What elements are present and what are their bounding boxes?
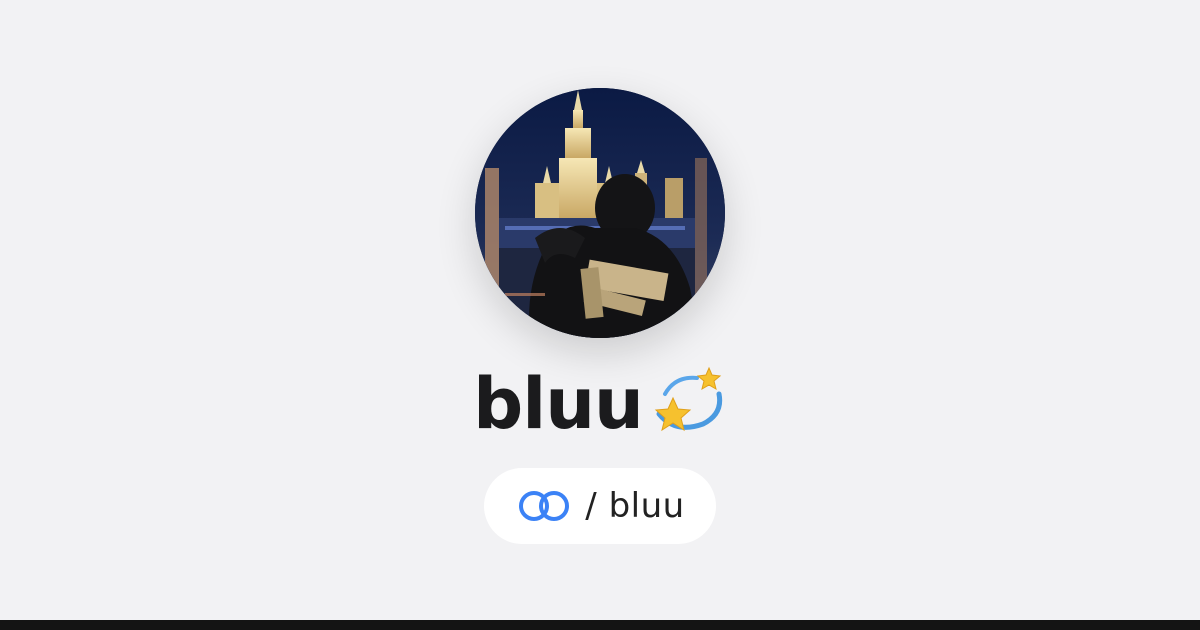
linked-rings-icon (519, 491, 570, 521)
avatar-photo (475, 88, 725, 338)
dizzy-star-icon (645, 364, 727, 434)
handle-text: bluu (608, 486, 685, 526)
avatar (475, 88, 725, 338)
bottom-bar (0, 620, 1200, 630)
handle-prefix: / (585, 486, 609, 526)
display-name-text: bluu (473, 363, 644, 445)
profile-link-button[interactable]: / bluu (484, 468, 716, 544)
profile-card: bluu / bluu (0, 0, 1200, 620)
display-name: bluu (0, 362, 1200, 446)
